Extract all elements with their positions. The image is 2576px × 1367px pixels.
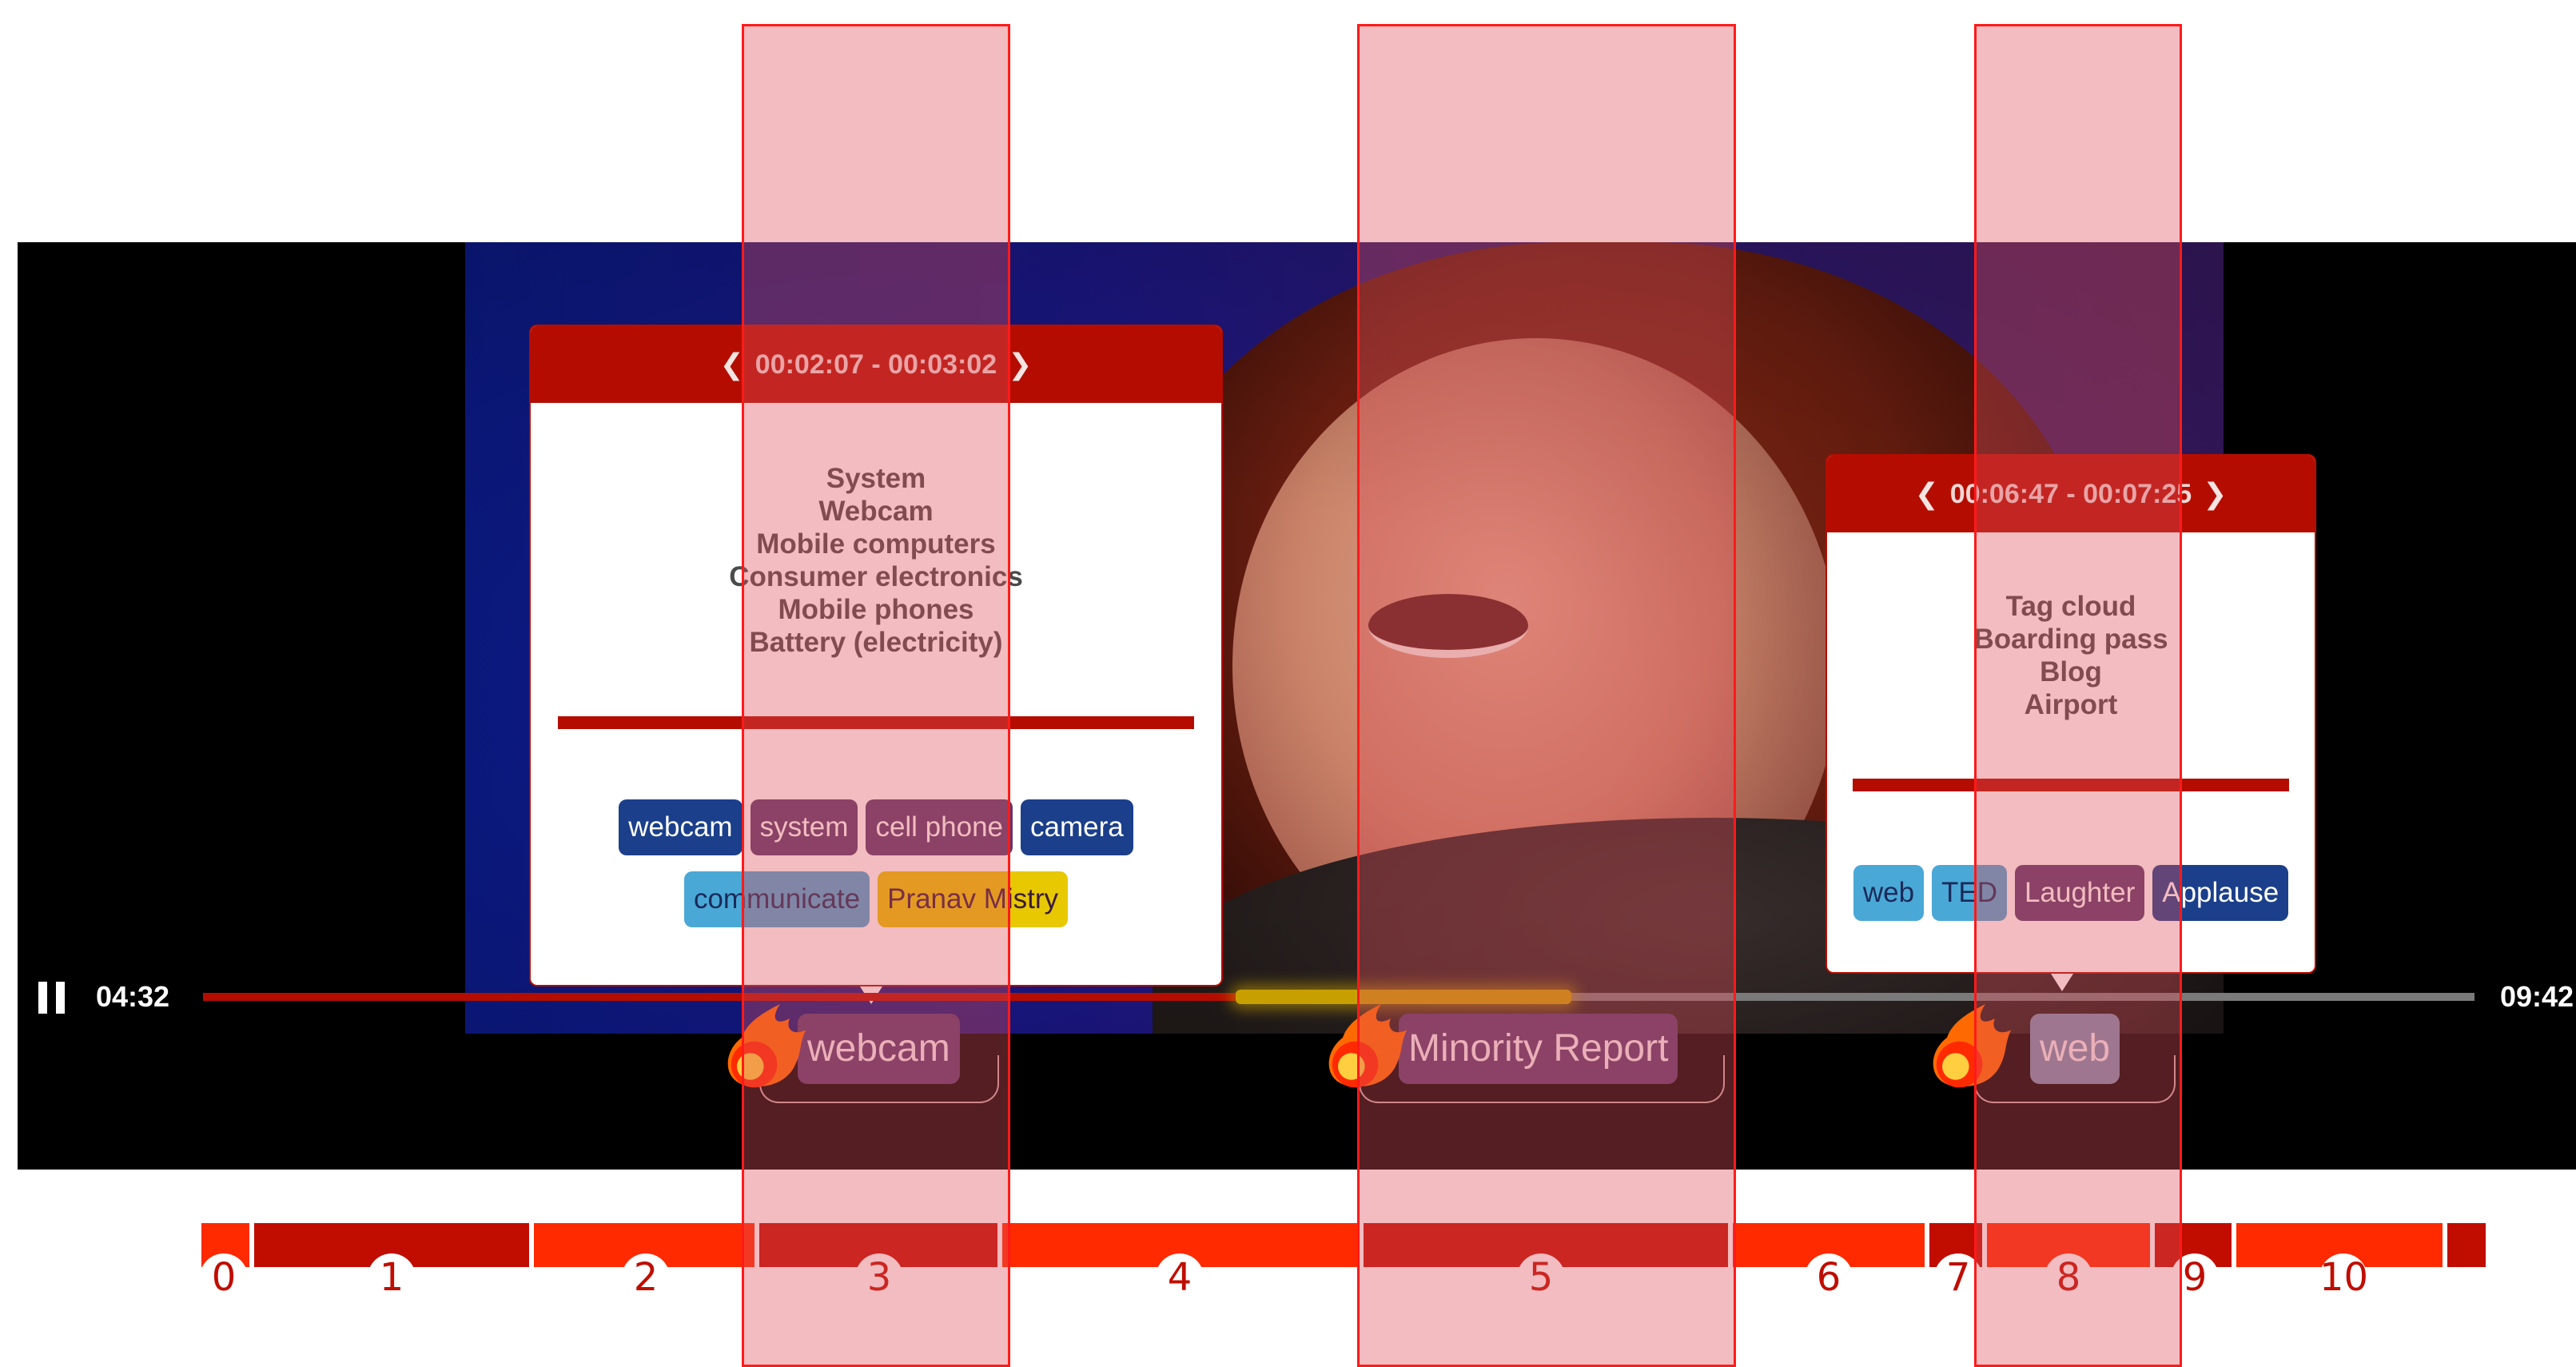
timeline-segment-number[interactable]: 1	[368, 1253, 416, 1301]
current-time: 04:32	[96, 980, 170, 1013]
highlight-column-3	[1974, 24, 2182, 1367]
tag-web[interactable]: web	[1853, 865, 1925, 921]
timeline-segment-number[interactable]: 0	[200, 1253, 248, 1301]
tag-webcam[interactable]: webcam	[619, 799, 743, 855]
tag-camera[interactable]: camera	[1021, 799, 1133, 855]
chevron-left-icon[interactable]: ❮	[1915, 477, 1939, 511]
highlight-column-2	[1357, 24, 1736, 1367]
pause-icon[interactable]	[38, 982, 67, 1014]
chevron-left-icon[interactable]: ❮	[720, 348, 744, 381]
highlight-column-1	[742, 24, 1010, 1367]
timeline-segment[interactable]	[2447, 1223, 2486, 1267]
timeline-segment-number[interactable]: 4	[1156, 1253, 1204, 1301]
timeline-segment-number[interactable]: 2	[622, 1253, 670, 1301]
chevron-right-icon[interactable]: ❯	[1008, 348, 1032, 381]
duration-time: 09:42	[2500, 980, 2574, 1013]
timeline-segment-number[interactable]: 6	[1805, 1253, 1853, 1301]
timeline-segment-number[interactable]: 10	[2319, 1253, 2368, 1301]
chevron-right-icon[interactable]: ❯	[2203, 477, 2227, 511]
